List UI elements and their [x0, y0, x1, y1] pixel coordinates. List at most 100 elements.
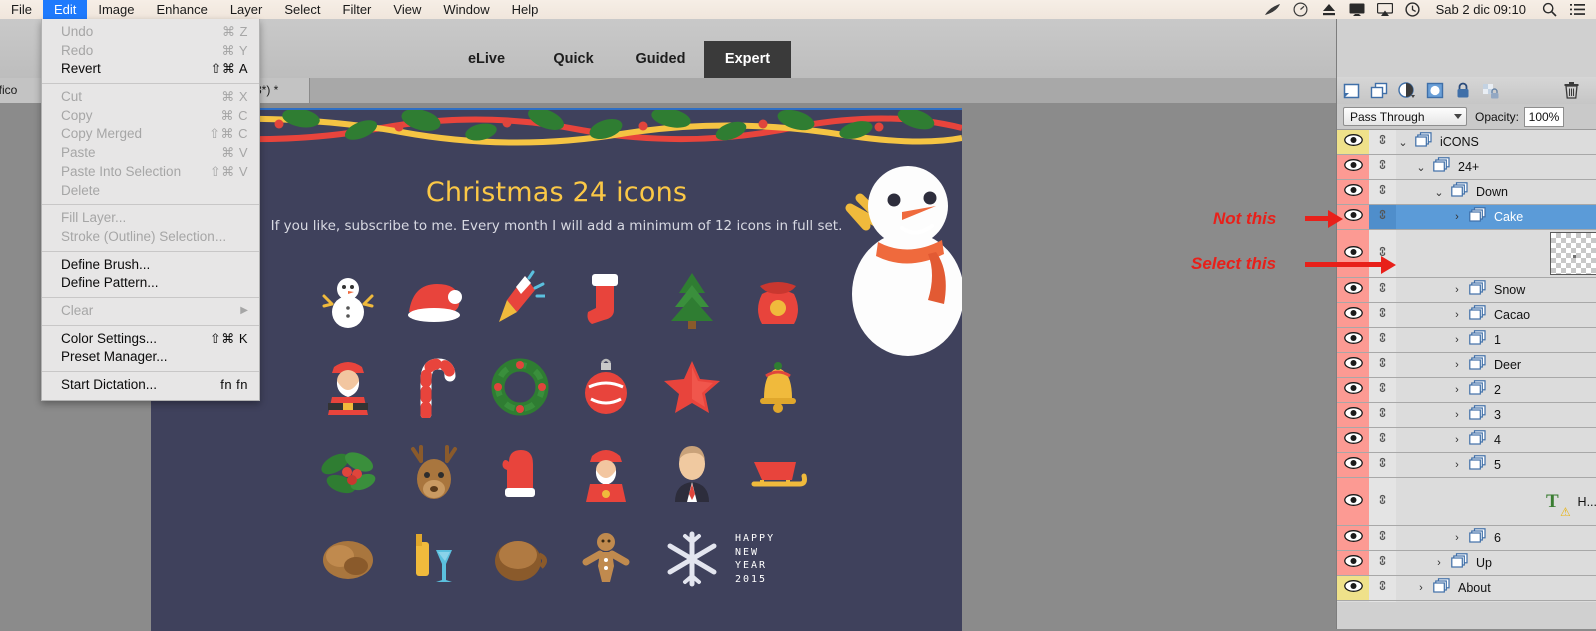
layer-link-toggle[interactable] — [1369, 378, 1396, 402]
layer-row-body[interactable]: › 6 — [1396, 526, 1596, 550]
layer-visibility-toggle[interactable] — [1337, 428, 1369, 452]
layer-link-toggle[interactable] — [1369, 303, 1396, 327]
layer-row-body[interactable]: › 3 — [1396, 403, 1596, 427]
layer-row[interactable]: › 6 — [1337, 526, 1596, 551]
time-machine-icon[interactable] — [1400, 0, 1426, 19]
edit-menu-item-define-pattern[interactable]: Define Pattern... — [42, 274, 259, 293]
edit-menu-item-start-dictation[interactable]: Start Dictation... fn fn — [42, 376, 259, 395]
layer-link-toggle[interactable] — [1369, 205, 1396, 229]
menu-help[interactable]: Help — [501, 0, 550, 19]
menu-view[interactable]: View — [382, 0, 432, 19]
layer-row[interactable]: ⌄ 24+ — [1337, 155, 1596, 180]
layer-row-body[interactable]: ⌄ Down — [1396, 180, 1596, 204]
layer-row[interactable]: › Cacao — [1337, 303, 1596, 328]
layer-mask-icon[interactable] — [1421, 77, 1449, 104]
chevron-right-icon[interactable]: › — [1450, 384, 1464, 396]
layer-row[interactable]: › Cake — [1337, 205, 1596, 230]
layer-visibility-toggle[interactable] — [1337, 403, 1369, 427]
layer-link-toggle[interactable] — [1369, 180, 1396, 204]
delete-layer-icon[interactable] — [1557, 77, 1585, 104]
edit-menu-item-preset-manager[interactable]: Preset Manager... — [42, 348, 259, 367]
layer-row[interactable]: › 3 — [1337, 403, 1596, 428]
layer-visibility-toggle[interactable] — [1337, 353, 1369, 377]
chevron-right-icon[interactable]: › — [1450, 434, 1464, 446]
layer-link-toggle[interactable] — [1369, 551, 1396, 575]
layer-thumbnail[interactable] — [1550, 232, 1596, 275]
text-layer-thumbnail[interactable]: T ⚠ — [1546, 491, 1571, 519]
layer-row[interactable]: C... — [1337, 230, 1596, 278]
layer-visibility-toggle[interactable] — [1337, 230, 1369, 277]
layer-link-toggle[interactable] — [1369, 478, 1396, 525]
edit-menu-item-fill-layer[interactable]: Fill Layer... — [42, 209, 259, 228]
chevron-right-icon[interactable]: › — [1450, 334, 1464, 346]
layer-list[interactable]: ⌄iCONS⌄24+⌄Down›CakeC...›Snow›Cacao›1›De… — [1337, 130, 1596, 602]
layer-link-toggle[interactable] — [1369, 601, 1396, 602]
chevron-right-icon[interactable]: › — [1450, 459, 1464, 471]
display-icon[interactable] — [1344, 0, 1370, 19]
edit-menu-item-copy[interactable]: Copy ⌘ C — [42, 107, 259, 126]
layer-row-body[interactable]: ⌄ iCONS — [1396, 130, 1596, 154]
speedometer-icon[interactable] — [1288, 0, 1314, 19]
layer-visibility-toggle[interactable] — [1337, 378, 1369, 402]
edit-menu-item-define-brush[interactable]: Define Brush... — [42, 256, 259, 275]
new-layer-icon[interactable] — [1337, 77, 1365, 104]
opacity-input[interactable]: 100% — [1524, 106, 1565, 127]
chevron-right-icon[interactable]: › — [1414, 582, 1428, 594]
lock-transparency-icon[interactable] — [1477, 77, 1505, 104]
layer-row-body[interactable]: › 1 — [1396, 328, 1596, 352]
edit-menu-item-undo[interactable]: Undo ⌘ Z — [42, 23, 259, 42]
layer-row-body[interactable]: › 2 — [1396, 378, 1596, 402]
chevron-down-icon[interactable]: ⌄ — [1432, 186, 1446, 199]
layer-visibility-toggle[interactable] — [1337, 303, 1369, 327]
chevron-right-icon[interactable]: › — [1450, 532, 1464, 544]
chevron-right-icon[interactable]: › — [1450, 309, 1464, 321]
mode-tab-elive[interactable]: eLive — [443, 41, 530, 78]
mode-tab-guided[interactable]: Guided — [617, 41, 704, 78]
layer-row-body[interactable]: › About — [1396, 576, 1596, 600]
menu-bar-clock[interactable]: Sab 2 dic 09:10 — [1428, 2, 1534, 17]
chevron-down-icon[interactable]: ⌄ — [1414, 161, 1428, 174]
menu-enhance[interactable]: Enhance — [146, 0, 219, 19]
chevron-right-icon[interactable]: › — [1450, 409, 1464, 421]
layer-link-toggle[interactable] — [1369, 428, 1396, 452]
layer-link-toggle[interactable] — [1369, 130, 1396, 154]
layer-row-body[interactable]: ⌄ 24+ — [1396, 155, 1596, 179]
chevron-right-icon[interactable]: › — [1450, 284, 1464, 296]
chevron-right-icon[interactable]: › — [1450, 211, 1464, 223]
layer-visibility-toggle[interactable] — [1337, 180, 1369, 204]
chevron-down-icon[interactable]: ⌄ — [1396, 136, 1410, 149]
layer-visibility-toggle[interactable] — [1337, 526, 1369, 550]
chevron-right-icon[interactable]: › — [1450, 359, 1464, 371]
layer-row-body[interactable]: T ⚠ H... — [1396, 478, 1596, 525]
menu-select[interactable]: Select — [273, 0, 331, 19]
edit-menu-item-color-settings[interactable]: Color Settings... ⇧⌘ K — [42, 330, 259, 349]
layer-row[interactable]: ⌄ Down — [1337, 180, 1596, 205]
layer-visibility-toggle[interactable] — [1337, 328, 1369, 352]
layer-visibility-toggle[interactable] — [1337, 130, 1369, 154]
edit-menu-item-paste-into-selection[interactable]: Paste Into Selection ⇧⌘ V — [42, 163, 259, 182]
edit-menu-item-paste[interactable]: Paste ⌘ V — [42, 144, 259, 163]
edit-menu-item-cut[interactable]: Cut ⌘ X — [42, 88, 259, 107]
layer-link-toggle[interactable] — [1369, 278, 1396, 302]
edit-menu-item-delete[interactable]: Delete — [42, 182, 259, 201]
airplay-icon[interactable] — [1372, 0, 1398, 19]
edit-dropdown-menu[interactable]: Undo ⌘ Z Redo ⌘ Y Revert ⇧⌘ A Cut ⌘ X Copy ⌘ C Cop… — [41, 19, 260, 401]
edit-menu-item-copy-merged[interactable]: Copy Merged ⇧⌘ C — [42, 125, 259, 144]
layer-link-toggle[interactable] — [1369, 453, 1396, 477]
layer-row[interactable]: T ⚠ H... — [1337, 478, 1596, 526]
layer-link-toggle[interactable] — [1369, 526, 1396, 550]
layer-link-toggle[interactable] — [1369, 403, 1396, 427]
layer-row[interactable]: › Up — [1337, 551, 1596, 576]
layer-row[interactable]: › 2 — [1337, 378, 1596, 403]
layer-visibility-toggle[interactable] — [1337, 278, 1369, 302]
layer-row[interactable]: › 4 — [1337, 428, 1596, 453]
menu-filter[interactable]: Filter — [332, 0, 383, 19]
blend-mode-select[interactable]: Pass Through — [1343, 107, 1467, 126]
layer-row-body[interactable]: › Snow — [1396, 278, 1596, 302]
feather-icon[interactable] — [1260, 0, 1286, 19]
mode-tab-quick[interactable]: Quick — [530, 41, 617, 78]
layer-visibility-toggle[interactable] — [1337, 155, 1369, 179]
menu-window[interactable]: Window — [432, 0, 500, 19]
layer-row-body[interactable]: › 4 — [1396, 428, 1596, 452]
menu-image[interactable]: Image — [87, 0, 145, 19]
